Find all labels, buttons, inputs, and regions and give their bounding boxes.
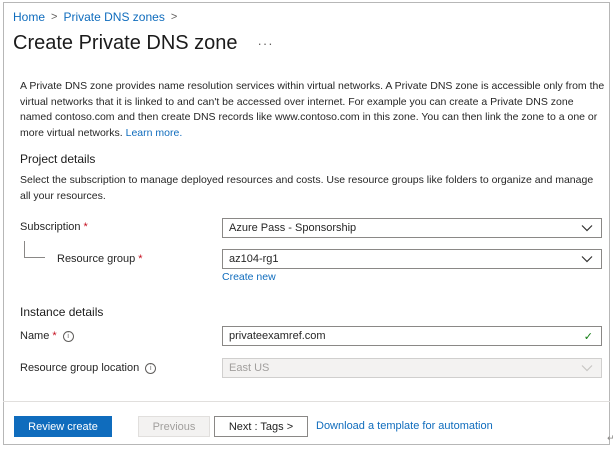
intro-text: A Private DNS zone provides name resolut…	[20, 80, 605, 139]
name-value: privateexamref.com	[229, 330, 326, 342]
learn-more-link[interactable]: Learn more.	[126, 127, 183, 139]
name-label-text: Name	[20, 330, 50, 342]
required-asterisk-icon: *	[52, 330, 57, 342]
resource-group-location-value: East US	[229, 362, 270, 374]
subscription-value: Azure Pass - Sponsorship	[229, 222, 357, 234]
resource-group-label: Resource group *	[57, 253, 143, 265]
create-new-resource-group-link[interactable]: Create new	[222, 271, 276, 283]
instance-details-heading: Instance details	[20, 305, 104, 319]
name-label: Name * i	[20, 330, 74, 342]
intro-description: A Private DNS zone provides name resolut…	[20, 79, 605, 141]
info-icon[interactable]: i	[145, 362, 157, 374]
next-tags-button[interactable]: Next : Tags >	[214, 416, 308, 437]
checkmark-icon: ✓	[583, 330, 593, 343]
breadcrumb-separator-icon: >	[51, 11, 58, 23]
tree-connector	[24, 241, 45, 258]
subscription-dropdown[interactable]: Azure Pass - Sponsorship	[222, 218, 602, 238]
resource-group-dropdown[interactable]: az104-rg1	[222, 249, 602, 269]
more-options-icon[interactable]: ···	[258, 36, 274, 51]
resource-group-location-dropdown: East US	[222, 358, 602, 378]
subscription-label-text: Subscription	[20, 221, 81, 233]
chevron-down-icon	[581, 256, 593, 263]
breadcrumb: Home > Private DNS zones >	[13, 10, 177, 24]
info-icon[interactable]: i	[62, 330, 74, 342]
project-details-heading: Project details	[20, 152, 96, 166]
return-mark-icon: ↵	[607, 433, 615, 443]
footer-divider	[3, 401, 610, 402]
resource-group-label-text: Resource group	[57, 253, 136, 265]
previous-button: Previous	[138, 416, 210, 437]
resource-group-location-label-text: Resource group location	[20, 362, 140, 374]
required-asterisk-icon: *	[138, 253, 143, 265]
page-title: Create Private DNS zone	[13, 32, 238, 54]
resource-group-value: az104-rg1	[229, 253, 279, 265]
resource-group-location-label: Resource group location i	[20, 362, 157, 374]
download-template-link[interactable]: Download a template for automation	[316, 420, 493, 432]
breadcrumb-home-link[interactable]: Home	[13, 10, 45, 24]
required-asterisk-icon: *	[83, 221, 88, 233]
project-details-description: Select the subscription to manage deploy…	[20, 174, 594, 202]
title-row: Create Private DNS zone ···	[13, 32, 274, 55]
chevron-down-icon	[581, 365, 593, 372]
breadcrumb-separator-icon: >	[170, 11, 178, 23]
breadcrumb-private-dns-zones-link[interactable]: Private DNS zones	[63, 10, 164, 24]
chevron-down-icon	[581, 225, 593, 232]
subscription-label: Subscription *	[20, 221, 88, 233]
review-create-button[interactable]: Review create	[14, 416, 112, 437]
name-input[interactable]: privateexamref.com ✓	[222, 326, 602, 346]
